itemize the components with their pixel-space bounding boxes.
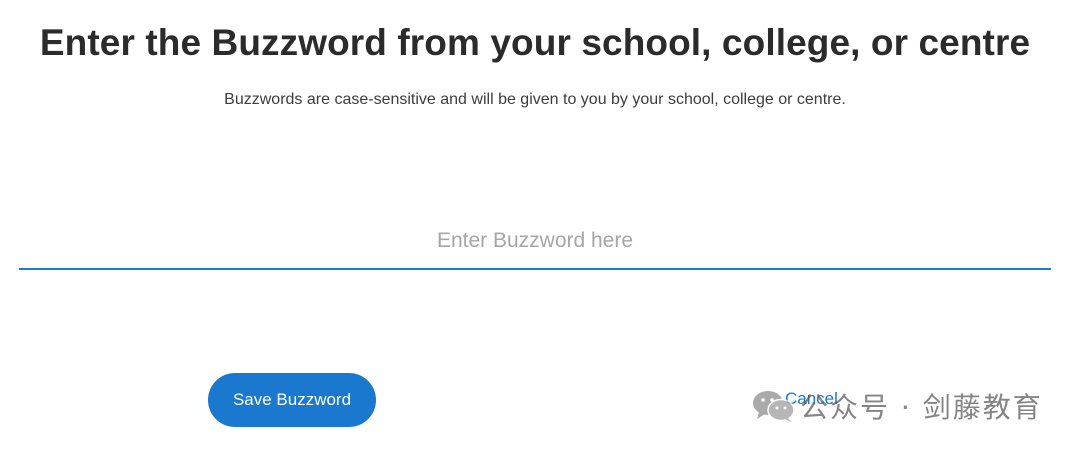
buzzword-input[interactable] [19,214,1051,270]
save-buzzword-button[interactable]: Save Buzzword [208,373,376,427]
buzzword-page: Enter the Buzzword from your school, col… [0,0,1080,449]
page-title: Enter the Buzzword from your school, col… [39,22,1031,63]
page-subtitle: Buzzwords are case-sensitive and will be… [224,91,846,108]
cancel-link[interactable]: Cancel [785,389,838,409]
